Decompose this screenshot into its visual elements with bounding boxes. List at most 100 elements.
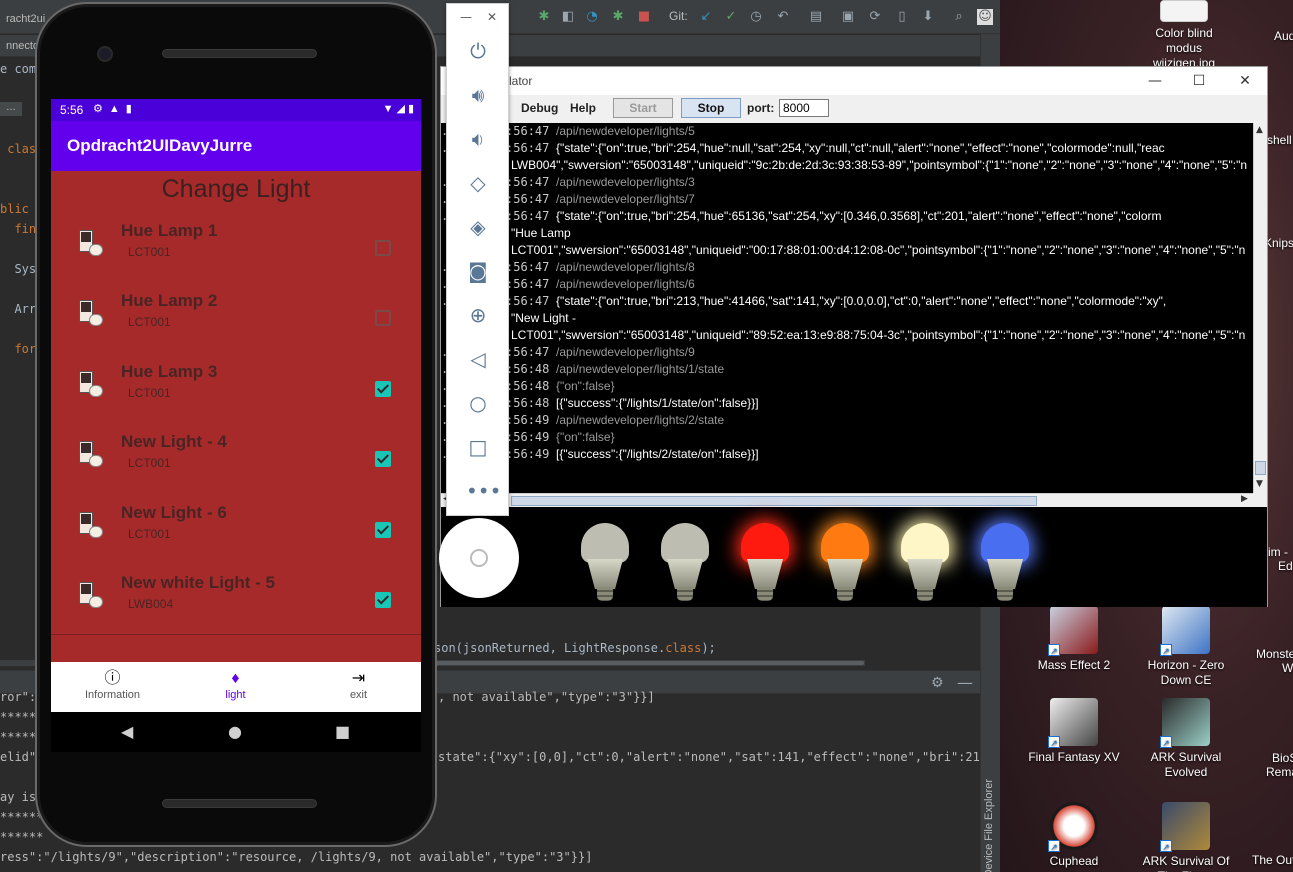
back-icon[interactable]: ◁	[466, 347, 490, 371]
overview-icon[interactable]: ■	[335, 722, 350, 741]
folded-code-marker[interactable]: ...	[0, 102, 22, 116]
scroll-down-icon[interactable]: ▼	[1256, 479, 1263, 489]
desktop-icon-cuphead[interactable]: ↗ Cuphead	[1026, 802, 1122, 869]
maximize-button[interactable]: ☐	[1179, 70, 1219, 92]
log-vertical-scrollbar[interactable]: ▲ ▼	[1253, 123, 1267, 493]
light-list-item[interactable]: New Light - 6 LCT001	[51, 498, 421, 568]
log-path: /api/newdeveloper/lights/1/state	[556, 362, 725, 376]
page-title: Change Light	[161, 175, 311, 203]
desktop-edge-label[interactable]: W	[1282, 661, 1293, 675]
volume-down-icon[interactable]: 🔉︎	[466, 127, 490, 151]
sync-icon[interactable]: ⟳	[867, 9, 883, 25]
desktop-edge-label[interactable]: Rema	[1266, 765, 1293, 779]
minimize-button[interactable]: —	[1135, 70, 1175, 92]
search-icon[interactable]: ⌕	[951, 9, 967, 25]
start-button[interactable]: Start	[613, 98, 673, 118]
back-icon[interactable]: ◀	[121, 722, 133, 741]
desktop-icon-image[interactable]: Color blind modus wijzigen.jpg	[1136, 0, 1232, 71]
log-json: LCT001","swversion":"65003148","uniqueid…	[511, 328, 1246, 342]
close-icon[interactable]: ✕	[487, 10, 497, 24]
light-list-item[interactable]: New Light - 4 LCT001	[51, 427, 421, 497]
camera-icon[interactable]: ◙	[466, 259, 490, 283]
more-icon[interactable]: •••	[466, 479, 501, 503]
nav-light[interactable]: ♦ light	[174, 662, 297, 712]
light-list-item[interactable]: Hue Lamp 1 LCT001	[51, 216, 421, 286]
minimize-icon[interactable]: —	[460, 10, 472, 24]
device-icon[interactable]: ▯	[894, 9, 910, 25]
power-icon[interactable]: ⏻	[466, 39, 490, 63]
menu-help[interactable]: Help	[570, 101, 596, 115]
stop-button[interactable]: Stop	[681, 98, 741, 118]
scrollbar-thumb[interactable]	[511, 496, 1037, 506]
gear-icon[interactable]: ⚙	[931, 675, 944, 691]
light-checkbox[interactable]	[375, 380, 391, 397]
nav-information[interactable]: ⓘ Information	[51, 662, 174, 712]
user-icon[interactable]: ☺	[977, 9, 993, 25]
minimize-icon[interactable]: —	[957, 673, 973, 692]
device-file-explorer-tab[interactable]: Device File Explorer	[983, 779, 995, 872]
folder-icon[interactable]: ▤	[808, 9, 824, 25]
desktop-edge-label[interactable]: Aud	[1274, 29, 1293, 43]
overview-icon[interactable]: □	[466, 435, 490, 459]
desktop-icon-ark-sotf[interactable]: ↗ ARK Survival Of The Fittest	[1138, 802, 1234, 872]
desktop-icon-mass-effect[interactable]: ↗ Mass Effect 2	[1026, 606, 1122, 673]
desktop-icon-ark[interactable]: ↗ ARK Survival Evolved	[1138, 698, 1234, 780]
volume-up-icon[interactable]: 🔊︎	[466, 83, 490, 107]
light-list-item[interactable]: New white Light - 5 LWB004	[51, 568, 421, 638]
scrollbar-thumb[interactable]	[434, 661, 864, 665]
light-checkbox[interactable]	[375, 592, 391, 608]
menu-debug[interactable]: Debug	[521, 101, 558, 115]
desktop-edge-label[interactable]: Ed	[1278, 559, 1293, 573]
console-line: ror":	[0, 690, 37, 704]
log-path: /api/newdeveloper/lights/3	[556, 175, 695, 189]
light-checkbox[interactable]	[375, 451, 391, 468]
apply-changes-icon[interactable]: ✱	[610, 9, 626, 25]
rotate-right-icon[interactable]: ◈	[466, 215, 490, 239]
debug-icon[interactable]: ✱	[536, 9, 552, 25]
scroll-right-icon[interactable]: ▶	[1241, 494, 1248, 504]
desktop-edge-label[interactable]: im -	[1268, 545, 1288, 559]
revert-icon[interactable]: ↶	[775, 9, 791, 25]
desktop-edge-label[interactable]: Knips	[1264, 236, 1293, 250]
console-line: ******	[0, 810, 44, 824]
home-icon[interactable]: ●	[228, 722, 242, 741]
log-output[interactable]: . 2020 18:56:47 /api/newdeveloper/lights…	[441, 123, 1253, 493]
dpad-center[interactable]	[470, 549, 488, 567]
emulator-dpad[interactable]	[439, 518, 519, 598]
desktop-edge-label[interactable]: shell	[1267, 133, 1292, 147]
zoom-icon[interactable]: ⊕	[466, 303, 490, 327]
rotate-left-icon[interactable]: ◇	[466, 171, 490, 195]
desktop-icon-final-fantasy[interactable]: ↗ Final Fantasy XV	[1026, 698, 1122, 765]
log-line: . 2020 18:56:47 {"state":{"on":true,"bri…	[441, 209, 1162, 226]
profiler-icon[interactable]: ◔	[584, 9, 600, 25]
light-checkbox[interactable]	[375, 521, 391, 538]
git-commit-icon[interactable]: ✓	[723, 9, 739, 25]
desktop-edge-label[interactable]: BioS	[1272, 751, 1293, 765]
scrollbar-thumb[interactable]	[1255, 461, 1266, 475]
port-input[interactable]	[779, 99, 829, 117]
light-checkbox[interactable]	[375, 310, 391, 327]
desktop-icon-horizon[interactable]: ↗ Horizon - Zero Down CE	[1138, 606, 1234, 688]
close-button[interactable]: ✕	[1225, 70, 1265, 92]
light-model: LCT001	[128, 385, 171, 400]
avd-icon[interactable]: ▣	[840, 9, 856, 25]
home-icon[interactable]: ○	[466, 391, 490, 415]
history-icon[interactable]: ◷	[748, 9, 764, 25]
log-path: {"on":false}	[556, 430, 615, 444]
light-list-item[interactable]: Hue Lamp 3 LCT001	[51, 357, 421, 427]
shortcut-arrow-icon: ↗	[1160, 736, 1172, 748]
scroll-up-icon[interactable]: ▲	[1256, 125, 1263, 135]
git-update-icon[interactable]: ↙	[698, 9, 714, 25]
light-checkbox[interactable]	[375, 240, 391, 256]
log-horizontal-scrollbar[interactable]: ◀ ▶	[441, 493, 1253, 507]
attach-icon[interactable]: ◧	[560, 9, 576, 25]
stop-icon[interactable]: ■	[636, 9, 652, 25]
desktop-edge-label[interactable]: The Out	[1252, 853, 1293, 867]
nav-exit[interactable]: ⇥ exit	[297, 662, 420, 712]
log-line: "Hue Lamp	[511, 226, 571, 243]
sdk-icon[interactable]: ⬇	[920, 9, 936, 25]
light-list-item[interactable]: Hue Lamp 2 LCT001	[51, 286, 421, 356]
desktop-edge-label[interactable]: Monste	[1256, 647, 1293, 661]
light-model: LCT001	[128, 245, 171, 259]
log-path: /api/newdeveloper/lights/5	[556, 124, 695, 138]
